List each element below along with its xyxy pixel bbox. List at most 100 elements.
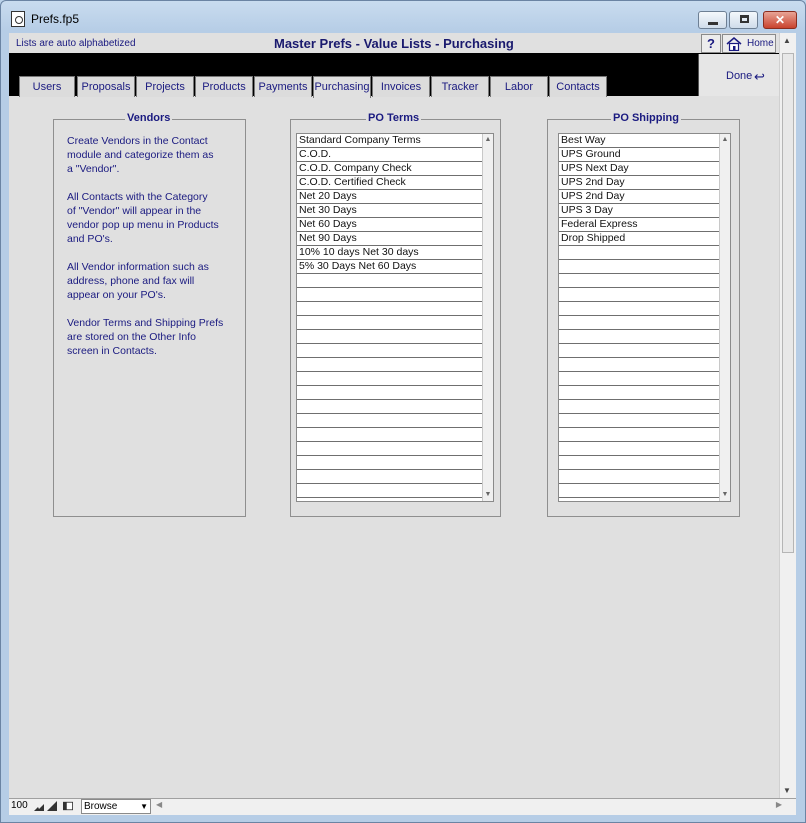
status-area-toggle-icon[interactable] <box>63 801 73 811</box>
tab-proposals[interactable]: Proposals <box>77 76 135 97</box>
tab-purchasing[interactable]: Purchasing <box>313 76 371 98</box>
tab-users[interactable]: Users <box>19 76 75 97</box>
list-item[interactable] <box>297 288 482 302</box>
title-bar: Prefs.fp5 ✕ <box>1 1 805 34</box>
tab-payments[interactable]: Payments <box>254 76 312 97</box>
horizontal-scrollbar[interactable]: ◀ ▶ <box>154 799 794 814</box>
zoom-level[interactable]: 100 <box>11 800 28 811</box>
scroll-up-icon[interactable]: ▲ <box>484 136 492 144</box>
list-item[interactable] <box>559 260 719 274</box>
list-item[interactable] <box>297 470 482 484</box>
list-item[interactable]: UPS 2nd Day <box>559 190 719 204</box>
list-item[interactable]: Net 90 Days <box>297 232 482 246</box>
maximize-button[interactable] <box>729 11 758 29</box>
list-item[interactable] <box>297 428 482 442</box>
tab-products[interactable]: Products <box>195 76 253 97</box>
list-item[interactable] <box>559 330 719 344</box>
vendors-paragraph: All Vendor information such as address, … <box>67 261 209 301</box>
list-item[interactable] <box>559 288 719 302</box>
maximize-icon <box>740 15 749 23</box>
document-icon <box>11 11 25 27</box>
tab-tracker[interactable]: Tracker <box>431 76 489 97</box>
list-item[interactable]: Net 60 Days <box>297 218 482 232</box>
list-item[interactable]: Standard Company Terms <box>297 134 482 148</box>
list-item[interactable] <box>559 428 719 442</box>
list-item[interactable]: 5% 30 Days Net 60 Days <box>297 260 482 274</box>
list-item[interactable] <box>297 358 482 372</box>
list-item[interactable] <box>559 414 719 428</box>
list-item[interactable] <box>559 358 719 372</box>
list-item[interactable] <box>559 442 719 456</box>
tab-invoices[interactable]: Invoices <box>372 76 430 97</box>
list-item[interactable]: C.O.D. <box>297 148 482 162</box>
list-item[interactable] <box>559 372 719 386</box>
list-item[interactable]: Best Way <box>559 134 719 148</box>
list-item[interactable]: C.O.D. Company Check <box>297 162 482 176</box>
list-item[interactable] <box>559 386 719 400</box>
list-item[interactable]: Drop Shipped <box>559 232 719 246</box>
po-shipping-panel: PO Shipping ▲ ▼ Best Way UPS Ground UPS Ne… <box>547 112 740 517</box>
po-terms-list[interactable]: ▲ ▼ Standard Company Terms C.O.D. C.O.D. C… <box>296 133 494 502</box>
close-button[interactable]: ✕ <box>763 11 797 29</box>
tab-contacts[interactable]: Contacts <box>549 76 607 97</box>
list-item[interactable] <box>559 246 719 260</box>
tab-projects[interactable]: Projects <box>136 76 194 97</box>
list-item[interactable]: UPS 2nd Day <box>559 176 719 190</box>
list-item[interactable] <box>297 456 482 470</box>
list-item[interactable] <box>559 456 719 470</box>
page-title: Master Prefs - Value Lists - Purchasing <box>274 36 514 51</box>
list-item[interactable] <box>559 274 719 288</box>
list-item[interactable] <box>559 400 719 414</box>
list-item[interactable] <box>297 302 482 316</box>
header-strip: Lists are auto alphabetized Master Prefs… <box>9 33 796 54</box>
po-shipping-scrollbar[interactable]: ▲ ▼ <box>719 134 730 501</box>
list-item[interactable] <box>297 414 482 428</box>
list-item[interactable] <box>297 330 482 344</box>
po-terms-scrollbar[interactable]: ▲ ▼ <box>482 134 493 501</box>
list-item[interactable] <box>297 386 482 400</box>
list-item[interactable] <box>297 344 482 358</box>
mode-dropdown[interactable]: Browse ▼ <box>81 799 151 814</box>
home-button[interactable]: Home <box>722 34 776 53</box>
list-item[interactable] <box>297 274 482 288</box>
return-arrow-icon: ↩ <box>754 69 765 84</box>
list-item[interactable] <box>297 484 482 498</box>
list-item[interactable]: UPS 3 Day <box>559 204 719 218</box>
list-item[interactable] <box>297 442 482 456</box>
scroll-down-icon[interactable]: ▼ <box>484 491 492 499</box>
list-item[interactable] <box>559 344 719 358</box>
help-button[interactable]: ? <box>701 34 721 53</box>
scroll-up-icon[interactable]: ▲ <box>783 36 791 45</box>
scroll-down-icon[interactable]: ▼ <box>721 491 729 499</box>
list-item[interactable]: Federal Express <box>559 218 719 232</box>
list-item[interactable]: Net 30 Days <box>297 204 482 218</box>
scroll-left-icon[interactable]: ◀ <box>156 800 162 809</box>
vendors-paragraph: Create Vendors in the Contact module and… <box>67 135 214 175</box>
po-shipping-list[interactable]: ▲ ▼ Best Way UPS Ground UPS Next Day UPS 2n… <box>558 133 731 502</box>
list-item[interactable]: UPS Next Day <box>559 162 719 176</box>
window-vertical-scrollbar[interactable]: ▲ ▼ <box>779 33 796 798</box>
scroll-thumb[interactable] <box>782 53 794 553</box>
list-item[interactable] <box>559 302 719 316</box>
list-item[interactable] <box>297 400 482 414</box>
po-terms-panel: PO Terms ▲ ▼ Standard Company Terms C.O.D… <box>290 112 501 517</box>
po-terms-title: PO Terms <box>366 112 422 124</box>
list-item[interactable] <box>559 470 719 484</box>
tab-labor[interactable]: Labor <box>490 76 548 97</box>
scroll-down-icon[interactable]: ▼ <box>783 786 791 795</box>
vendors-instructions: Create Vendors in the Contact module and… <box>67 134 237 372</box>
list-item[interactable]: C.O.D. Certified Check <box>297 176 482 190</box>
list-item[interactable] <box>559 316 719 330</box>
list-item[interactable]: Net 20 Days <box>297 190 482 204</box>
zoom-in-icon[interactable] <box>47 801 57 811</box>
list-item[interactable] <box>297 316 482 330</box>
zoom-out-icon[interactable] <box>34 801 44 811</box>
list-item[interactable]: UPS Ground <box>559 148 719 162</box>
list-item[interactable] <box>559 484 719 498</box>
list-item[interactable]: 10% 10 days Net 30 days <box>297 246 482 260</box>
minimize-button[interactable] <box>698 11 727 29</box>
minimize-icon <box>708 22 718 25</box>
scroll-up-icon[interactable]: ▲ <box>721 136 729 144</box>
scroll-right-icon[interactable]: ▶ <box>776 800 782 809</box>
list-item[interactable] <box>297 372 482 386</box>
